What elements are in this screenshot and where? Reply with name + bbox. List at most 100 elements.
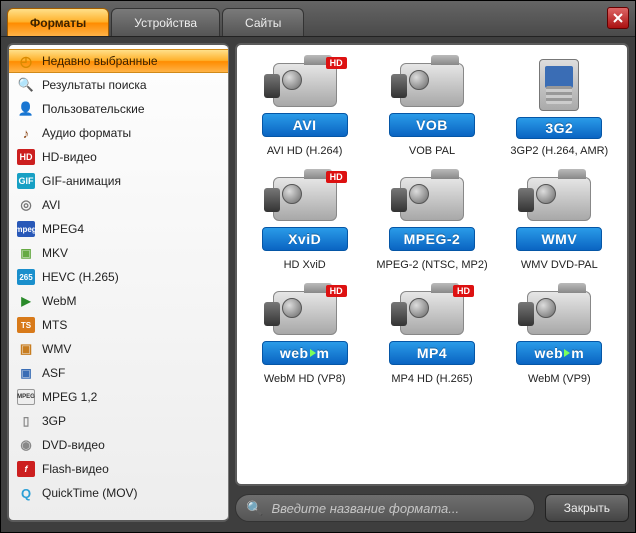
format-thumbnail: MPEG-2 [386, 171, 478, 253]
format-grid-wrap: HD AVI AVI HD (H.264) VOB VOB PAL 3G23GP2 (H.… [235, 43, 629, 486]
reel-icon: ◎ [17, 197, 35, 213]
sidebar-item-label: HD-видео [42, 150, 97, 164]
format-caption: 3GP2 (H.264, AMR) [510, 145, 608, 157]
format-caption: MPEG-2 (NTSC, MP2) [376, 259, 487, 271]
format-item[interactable]: 3G23GP2 (H.264, AMR) [498, 57, 621, 157]
sidebar-item-gif[interactable]: GIF GIF-анимация [9, 169, 228, 193]
close-button[interactable]: Закрыть [545, 494, 629, 522]
sidebar-item-label: WMV [42, 342, 71, 356]
main: HD AVI AVI HD (H.264) VOB VOB PAL 3G23GP2 (H.… [235, 43, 629, 522]
flash-icon: f [17, 461, 35, 477]
format-chip: WMV [516, 227, 602, 251]
format-picker-window: Форматы Устройства Сайты ◴ Недавно выбра… [0, 0, 636, 533]
sidebar-item-mpeg4[interactable]: mpeg MPEG4 [9, 217, 228, 241]
asf-icon: ▣ [17, 365, 35, 381]
sidebar-item-dvd[interactable]: ◉ DVD-видео [9, 433, 228, 457]
sidebar-item-label: ASF [42, 366, 65, 380]
window-close-button[interactable] [607, 7, 629, 29]
format-item[interactable]: HD AVI AVI HD (H.264) [243, 57, 366, 157]
sidebar-item-label: Пользовательские [42, 102, 145, 116]
format-item[interactable]: VOB VOB PAL [370, 57, 493, 157]
sidebar-item-mpeg12[interactable]: MPEG MPEG 1,2 [9, 385, 228, 409]
search-field-wrap[interactable]: 🔍 [235, 494, 535, 522]
camcorder-icon [400, 177, 464, 221]
mkv-icon: ▣ [17, 245, 35, 261]
search-icon: 🔍 [246, 500, 263, 517]
music-note-icon: ♪ [17, 125, 35, 141]
tab-devices[interactable]: Устройства [111, 8, 220, 36]
format-chip: webm [262, 341, 348, 365]
hd-badge: HD [326, 57, 347, 69]
sidebar-item-audio[interactable]: ♪ Аудио форматы [9, 121, 228, 145]
sidebar-item-label: Аудио форматы [42, 126, 131, 140]
format-chip: XviD [262, 227, 348, 251]
format-thumbnail: webm [513, 285, 605, 367]
sidebar-item-label: WebM [42, 294, 76, 308]
hd-badge: HD [326, 285, 347, 297]
sidebar-item-label: Результаты поиска [42, 78, 147, 92]
quicktime-icon: Q [17, 485, 35, 501]
search-input[interactable] [271, 501, 523, 516]
format-caption: MP4 HD (H.265) [391, 373, 472, 385]
format-chip: MP4 [389, 341, 475, 365]
format-item[interactable]: webm WebM (VP9) [498, 285, 621, 385]
tab-sites[interactable]: Сайты [222, 8, 304, 36]
sidebar-item-label: AVI [42, 198, 60, 212]
camcorder-icon [273, 291, 337, 335]
sidebar-item-mts[interactable]: TS MTS [9, 313, 228, 337]
format-caption: WebM (VP9) [528, 373, 591, 385]
sidebar-item-avi[interactable]: ◎ AVI [9, 193, 228, 217]
sidebar-item-3gp[interactable]: ▯ 3GP [9, 409, 228, 433]
mpeg12-icon: MPEG [17, 389, 35, 405]
format-item[interactable]: HD MP4 MP4 HD (H.265) [370, 285, 493, 385]
format-caption: WMV DVD-PAL [521, 259, 598, 271]
format-item[interactable]: MPEG-2 MPEG-2 (NTSC, MP2) [370, 171, 493, 271]
format-item[interactable]: HDwebmWebM HD (VP8) [243, 285, 366, 385]
format-grid: HD AVI AVI HD (H.264) VOB VOB PAL 3G23GP2 (H.… [243, 57, 621, 385]
format-chip: webm [516, 341, 602, 365]
format-item[interactable]: WMV WMV DVD-PAL [498, 171, 621, 271]
sidebar-item-search-results[interactable]: 🔍 Результаты поиска [9, 73, 228, 97]
clock-icon: ◴ [17, 53, 35, 69]
format-thumbnail: VOB [386, 57, 478, 139]
format-item[interactable]: HDXviD HD XviD [243, 171, 366, 271]
sidebar: ◴ Недавно выбранные 🔍 Результаты поиска … [7, 43, 229, 522]
sidebar-item-custom[interactable]: 👤 Пользовательские [9, 97, 228, 121]
format-thumbnail: HDXviD [259, 171, 351, 253]
hd-icon: HD [17, 149, 35, 165]
format-caption: HD XviD [284, 259, 326, 271]
sidebar-item-label: MPEG4 [42, 222, 84, 236]
mpeg4-icon: mpeg [17, 221, 35, 237]
format-thumbnail: HD MP4 [386, 285, 478, 367]
format-thumbnail: WMV [513, 171, 605, 253]
sidebar-item-label: MPEG 1,2 [42, 390, 97, 404]
sidebar-item-wmv[interactable]: ▣ WMV [9, 337, 228, 361]
sidebar-item-asf[interactable]: ▣ ASF [9, 361, 228, 385]
format-chip: MPEG-2 [389, 227, 475, 251]
camcorder-icon [273, 177, 337, 221]
sidebar-item-label: Flash-видео [42, 462, 109, 476]
format-chip: AVI [262, 113, 348, 137]
sidebar-item-label: QuickTime (MOV) [42, 486, 138, 500]
camcorder-icon [527, 177, 591, 221]
sidebar-item-label: Недавно выбранные [42, 54, 158, 68]
format-thumbnail: HD webm [259, 285, 351, 367]
sidebar-item-quicktime[interactable]: Q QuickTime (MOV) [9, 481, 228, 505]
header: Форматы Устройства Сайты [1, 1, 635, 37]
camcorder-icon [400, 63, 464, 107]
format-chip: VOB [389, 113, 475, 137]
disc-icon: ◉ [17, 437, 35, 453]
phone-icon [539, 59, 579, 111]
sidebar-item-hd[interactable]: HD HD-видео [9, 145, 228, 169]
sidebar-item-hevc[interactable]: 265 HEVC (H.265) [9, 265, 228, 289]
hd-badge: HD [453, 285, 474, 297]
sidebar-item-webm[interactable]: ▶ WebM [9, 289, 228, 313]
sidebar-item-mkv[interactable]: ▣ MKV [9, 241, 228, 265]
camcorder-icon [400, 291, 464, 335]
tab-formats[interactable]: Форматы [7, 8, 109, 36]
format-caption: VOB PAL [409, 145, 455, 157]
sidebar-item-flash[interactable]: f Flash-видео [9, 457, 228, 481]
sidebar-item-recent[interactable]: ◴ Недавно выбранные [9, 49, 228, 73]
format-caption: AVI HD (H.264) [267, 145, 343, 157]
sidebar-item-label: MTS [42, 318, 67, 332]
